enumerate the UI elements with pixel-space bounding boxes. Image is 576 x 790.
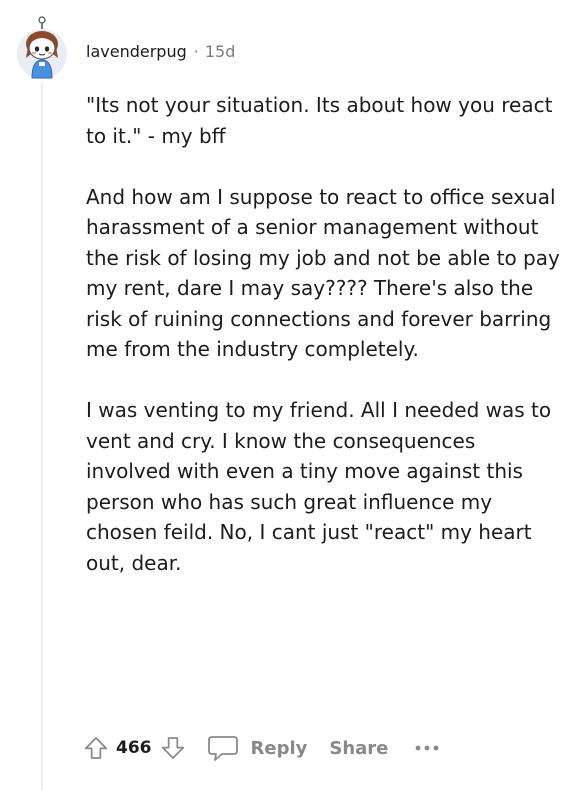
thread-line[interactable]	[41, 82, 43, 790]
comment-paragraph: I was venting to my friend. All I needed…	[86, 398, 552, 575]
reply-label: Reply	[250, 737, 308, 759]
ellipsis-icon	[415, 745, 439, 751]
vote-score: 466	[116, 738, 152, 758]
username-link[interactable]: lavenderpug	[86, 40, 187, 64]
speech-bubble-icon	[207, 736, 238, 761]
comment-header: lavenderpug · 15d	[86, 40, 235, 64]
meta-separator: ·	[193, 42, 199, 61]
user-avatar[interactable]	[16, 14, 68, 80]
downvote-button[interactable]	[157, 732, 189, 764]
comment-paragraph: And how am I suppose to react to office …	[86, 184, 560, 362]
comment-timestamp[interactable]: 15d	[205, 40, 236, 64]
upvote-button[interactable]	[80, 732, 112, 764]
reply-button[interactable]: Reply	[207, 734, 308, 762]
comment-body: "Its not your situation. Its about how y…	[86, 90, 562, 609]
share-button[interactable]: Share	[329, 738, 388, 759]
snoo-avatar-icon	[17, 16, 67, 79]
upvote-arrow-icon	[84, 737, 108, 759]
downvote-arrow-icon	[161, 737, 184, 759]
more-options-button[interactable]	[414, 732, 440, 764]
comment-paragraph: "Its not your situation. Its about how y…	[86, 93, 553, 148]
comment-action-bar: 466 Reply Share	[80, 732, 440, 764]
